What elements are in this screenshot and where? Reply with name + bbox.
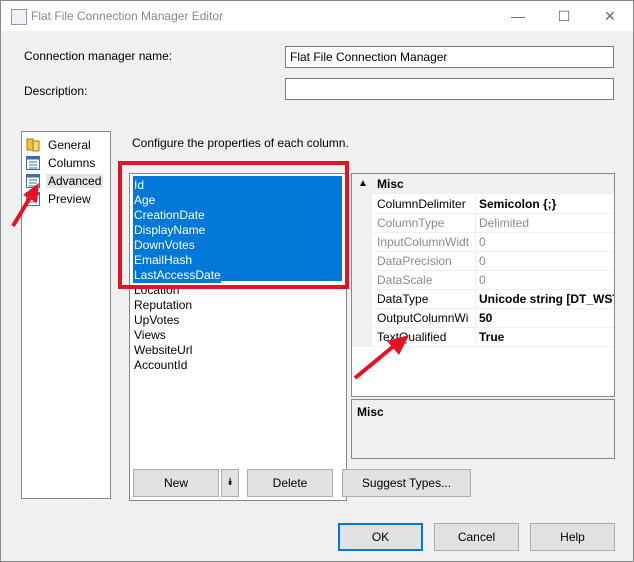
row-margin bbox=[352, 289, 372, 308]
column-separator bbox=[475, 327, 476, 346]
column-separator bbox=[475, 270, 476, 289]
row-margin bbox=[352, 213, 372, 232]
property-name: ColumnType bbox=[377, 216, 445, 230]
column-separator bbox=[475, 251, 476, 270]
row-margin bbox=[352, 194, 372, 213]
property-row-outputcolumnwidth[interactable]: OutputColumnWi 50 bbox=[352, 308, 614, 328]
connection-name-input[interactable]: Flat File Connection Manager bbox=[285, 46, 614, 68]
property-row-columntype[interactable]: ColumnType Delimited bbox=[352, 213, 614, 233]
columns-icon bbox=[26, 156, 40, 170]
app-icon bbox=[11, 9, 27, 25]
close-button[interactable]: ✕ bbox=[587, 1, 633, 31]
new-button[interactable]: New bbox=[133, 469, 219, 497]
title-bar: Flat File Connection Manager Editor — ☐ … bbox=[1, 1, 633, 31]
list-item[interactable]: AccountId bbox=[133, 358, 187, 373]
row-margin bbox=[352, 270, 372, 289]
column-separator bbox=[475, 289, 476, 308]
list-item[interactable]: WebsiteUrl bbox=[133, 343, 192, 358]
property-value[interactable]: 50 bbox=[479, 311, 492, 325]
suggest-types-button[interactable]: Suggest Types... bbox=[342, 469, 471, 497]
annotation-arrow-nav bbox=[11, 183, 39, 228]
category-label: Misc bbox=[377, 177, 404, 191]
column-separator bbox=[475, 213, 476, 232]
list-item[interactable]: Views bbox=[133, 328, 166, 343]
category-misc[interactable]: ▲ Misc bbox=[352, 174, 614, 194]
row-margin bbox=[352, 308, 372, 327]
annotation-arrow-textqualified bbox=[353, 335, 409, 380]
property-value[interactable]: True bbox=[479, 330, 504, 344]
column-separator bbox=[475, 232, 476, 251]
nav-label-general: General bbox=[48, 138, 91, 152]
maximize-button[interactable]: ☐ bbox=[541, 1, 587, 31]
row-margin bbox=[352, 251, 372, 270]
general-icon bbox=[26, 138, 40, 152]
ok-button[interactable]: OK bbox=[338, 523, 423, 551]
nav-label-advanced: Advanced bbox=[46, 174, 104, 188]
property-description-panel: Misc bbox=[351, 399, 615, 459]
dropdown-arrow-button[interactable]: ⯯ bbox=[221, 469, 239, 497]
property-value: 0 bbox=[479, 254, 486, 268]
description-input[interactable] bbox=[285, 78, 614, 100]
property-name: DataPrecision bbox=[377, 254, 452, 268]
nav-item-columns[interactable]: Columns bbox=[26, 155, 110, 172]
property-row-datatype[interactable]: DataType Unicode string [DT_WST bbox=[352, 289, 614, 309]
annotation-highlight-box bbox=[118, 161, 349, 289]
help-button[interactable]: Help bbox=[530, 523, 615, 551]
property-row-inputcolumnwidth[interactable]: InputColumnWidt 0 bbox=[352, 232, 614, 252]
list-item[interactable]: UpVotes bbox=[133, 313, 179, 328]
delete-button[interactable]: Delete bbox=[247, 469, 333, 497]
nav-label-preview: Preview bbox=[48, 192, 91, 206]
property-name: DataScale bbox=[377, 273, 433, 287]
property-name: InputColumnWidt bbox=[377, 235, 470, 249]
column-separator bbox=[475, 308, 476, 327]
list-item[interactable]: Reputation bbox=[133, 298, 192, 313]
instruction-text: Configure the properties of each column. bbox=[132, 136, 349, 150]
property-row-datascale[interactable]: DataScale 0 bbox=[352, 270, 614, 290]
property-value[interactable]: Unicode string [DT_WST bbox=[479, 292, 614, 306]
description-label: Description: bbox=[24, 84, 88, 98]
property-value: 0 bbox=[479, 235, 486, 249]
property-value: Delimited bbox=[479, 216, 530, 230]
window-title: Flat File Connection Manager Editor bbox=[31, 9, 224, 23]
property-row-columndelimiter[interactable]: ColumnDelimiter Semicolon {;} bbox=[352, 194, 614, 214]
connection-name-label: Connection manager name: bbox=[24, 49, 173, 63]
property-name: ColumnDelimiter bbox=[377, 197, 466, 211]
property-row-dataprecision[interactable]: DataPrecision 0 bbox=[352, 251, 614, 271]
collapse-icon[interactable]: ▲ bbox=[358, 178, 368, 189]
column-separator bbox=[475, 194, 476, 213]
property-value: 0 bbox=[479, 273, 486, 287]
nav-label-columns: Columns bbox=[48, 156, 96, 170]
property-name: OutputColumnWi bbox=[377, 311, 469, 325]
minimize-button[interactable]: — bbox=[495, 1, 541, 31]
property-name: DataType bbox=[377, 292, 429, 306]
cancel-button[interactable]: Cancel bbox=[434, 523, 519, 551]
row-margin bbox=[352, 232, 372, 251]
editor-window: Flat File Connection Manager Editor — ☐ … bbox=[0, 0, 634, 562]
description-title: Misc bbox=[357, 405, 384, 419]
nav-item-general[interactable]: General bbox=[26, 137, 110, 154]
property-value[interactable]: Semicolon {;} bbox=[479, 197, 556, 211]
